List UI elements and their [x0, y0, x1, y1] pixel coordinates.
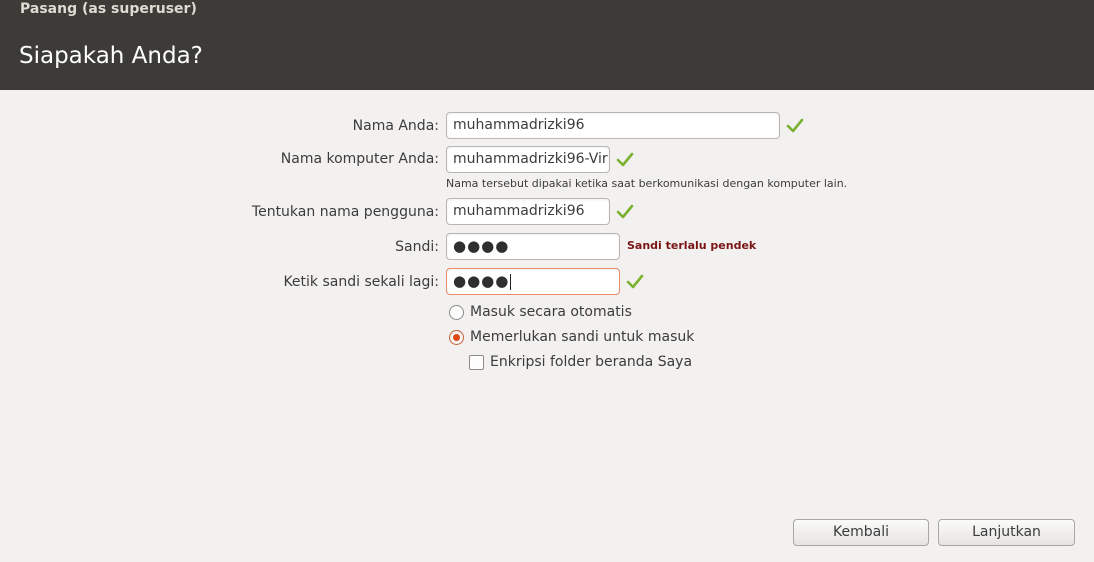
header-bar: Pasang (as superuser) Siapakah Anda? — [0, 0, 1094, 90]
name-label: Nama Anda: — [352, 118, 439, 134]
username-label: Tentukan nama pengguna: — [251, 204, 439, 220]
encrypt-home-label[interactable]: Enkripsi folder beranda Saya — [490, 354, 692, 370]
require-password-label[interactable]: Memerlukan sandi untuk masuk — [470, 329, 694, 345]
computer-name-valid-check-icon — [616, 152, 634, 167]
confirm-password-value: ●●●● — [453, 272, 510, 290]
back-button[interactable]: Kembali — [793, 519, 929, 546]
text-caret — [510, 274, 512, 290]
username-valid-check-icon — [616, 204, 634, 219]
page-title: Siapakah Anda? — [19, 43, 203, 69]
confirm-password-label: Ketik sandi sekali lagi: — [283, 274, 439, 290]
auto-login-radio[interactable] — [449, 305, 464, 320]
computer-name-label: Nama komputer Anda: — [280, 151, 439, 167]
continue-button[interactable]: Lanjutkan — [938, 519, 1075, 546]
require-password-radio[interactable] — [449, 330, 464, 345]
window-title: Pasang (as superuser) — [20, 1, 197, 17]
auto-login-label[interactable]: Masuk secara otomatis — [470, 304, 632, 320]
confirm-password-valid-check-icon — [626, 274, 644, 289]
name-field[interactable]: muhammadrizki96 — [446, 112, 780, 139]
password-label: Sandi: — [395, 239, 439, 255]
computer-name-field[interactable]: muhammadrizki96-Vir — [446, 146, 610, 173]
password-error-text: Sandi terlalu pendek — [627, 239, 757, 252]
confirm-password-field[interactable]: ●●●● — [446, 268, 620, 295]
computer-name-hint: Nama tersebut dipakai ketika saat berkom… — [446, 177, 848, 190]
username-field[interactable]: muhammadrizki96 — [446, 198, 610, 225]
password-field[interactable]: ●●●● — [446, 233, 620, 260]
encrypt-home-checkbox[interactable] — [469, 355, 484, 370]
name-valid-check-icon — [786, 118, 804, 133]
